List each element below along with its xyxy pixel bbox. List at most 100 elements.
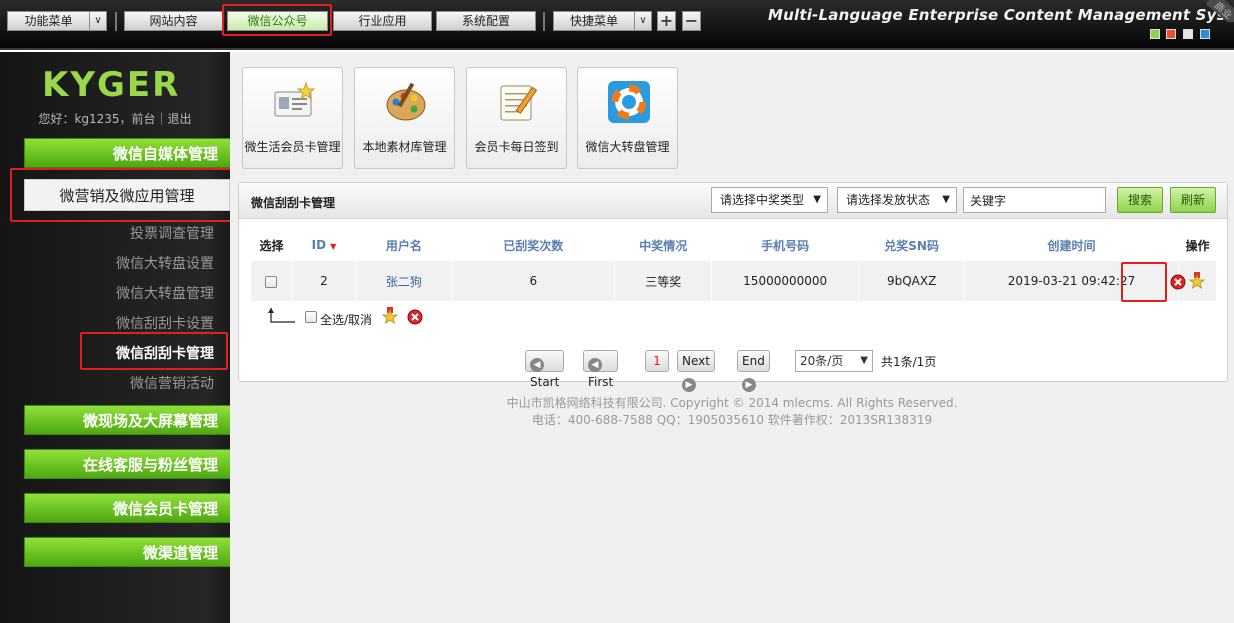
shortcut-member-card[interactable]: 微生活会员卡管理 [242,67,343,169]
cell-sn: 9bQAXZ [858,261,966,301]
shortcut-daily-checkin[interactable]: 会员卡每日签到 [466,67,567,169]
skin-green[interactable] [1150,29,1160,39]
keyword-input[interactable] [963,187,1106,213]
logo-text: KYGER [42,66,180,102]
function-menu-button[interactable]: 功能菜单 [7,11,90,31]
refresh-button[interactable]: 刷新 [1170,187,1216,213]
footer-copyright: 中山市凯格网络科技有限公司. Copyright © 2014 mlecms. … [506,396,958,410]
cell-username[interactable]: 张二狗 [355,261,453,301]
page-start-button[interactable]: ◀ Start [525,350,565,389]
arrow-left-icon: ◀ [588,358,602,372]
col-created: 创建时间 [1047,238,1096,253]
arrow-right-icon: ▶ [682,378,696,392]
system-title: Multi-Language Enterprise Content Manage… [768,6,1234,24]
shortcut-label: 本地素材库管理 [362,140,447,154]
skin-orange[interactable] [1166,29,1176,39]
status-value: 请选择发放状态 [846,193,931,207]
panel-title: 微信刮刮卡管理 [251,196,336,210]
per-page-select[interactable]: 20条/页 ▼ [795,350,873,372]
shortcut-material-library[interactable]: 本地素材库管理 [354,67,455,169]
prize-type-value: 请选择中奖类型 [720,193,805,207]
bulk-delete-icon[interactable] [407,309,423,325]
col-id-label: ID [311,238,327,252]
cell-times: 6 [451,261,616,301]
toolbar-divider [115,12,117,31]
status-select[interactable]: 请选择发放状态 ▼ [837,187,957,213]
menu-member-card[interactable]: 微信会员卡管理 [24,493,230,523]
per-page-value: 20条/页 [800,354,844,368]
sidebar-item-vote-survey[interactable]: 投票调查管理 [0,223,214,243]
nav-website-content[interactable]: 网站内容 [124,11,223,31]
chevron-down-icon: ▼ [860,355,868,366]
select-all-label[interactable]: 全选/取消 [320,311,372,328]
sort-desc-icon: ▼ [330,242,337,251]
skin-white[interactable] [1183,29,1193,39]
toolbar-divider [543,12,545,31]
page-first-button[interactable]: ◀ First [583,350,619,389]
cell-created: 2019-03-21 09:42:27 [964,261,1179,301]
col-times: 已刮奖次数 [503,238,564,253]
sidebar-item-wheel-settings[interactable]: 微信大转盘设置 [0,253,214,273]
table-header-row: 选择 ID ▼ 用户名 已刮奖次数 中奖情况 手机号码 兑奖SN码 创建时间 操作 [251,229,1217,261]
menu-customer-service[interactable]: 在线客服与粉丝管理 [24,449,230,479]
cell-id: 2 [291,261,357,301]
menu-marketing-apps[interactable]: 微营销及微应用管理 [24,179,230,211]
corner-arrow-icon [268,308,295,323]
row-checkbox[interactable] [265,275,278,288]
table-row: 2 张二狗 6 三等奖 15000000000 9bQAXZ 2019-03-2… [251,261,1218,301]
col-select: 选择 [259,238,284,253]
page-end-button[interactable]: End ▶ [737,350,770,392]
user-greeting[interactable]: 您好：kg1235，前台｜退出 [0,110,230,127]
page-next-label: Next [682,354,710,368]
shortcut-label: 微生活会员卡管理 [244,140,341,154]
main-content: 微生活会员卡管理 本地素材库管理 会员卡每日签到 微信大转盘管理 微信刮刮卡管理 [230,52,1234,623]
search-button[interactable]: 搜索 [1117,187,1163,213]
sidebar-item-wheel-manage[interactable]: 微信大转盘管理 [0,283,214,303]
palette-icon [386,82,426,121]
page-info: 共1条/1页 [881,355,937,369]
select-all-checkbox[interactable] [305,311,317,323]
page-first-label: First [588,375,614,389]
quick-menu-dropdown-arrow[interactable]: ∨ [634,11,652,31]
prize-type-select[interactable]: 请选择中奖类型 ▼ [711,187,828,213]
add-quick-menu-button[interactable]: + [657,11,676,31]
menu-wechat-media[interactable]: 微信自媒体管理 [24,138,230,168]
nav-wechat-official-account[interactable]: 微信公众号 [227,11,328,31]
col-actions: 操作 [1185,238,1210,253]
sidebar-item-scratch-manage[interactable]: 微信刮刮卡管理 [0,343,214,363]
notepad-icon [500,85,538,121]
edition-corner-tag: 商业 [1206,0,1234,22]
menu-channel[interactable]: 微渠道管理 [24,537,230,567]
page-start-label: Start [530,375,560,389]
shortcut-wheel-manage[interactable]: 微信大转盘管理 [577,67,678,169]
top-navigation-bar: 功能菜单 ∨ 网站内容 微信公众号 行业应用 系统配置 快捷菜单 ∨ + − M… [0,0,1234,50]
edition-label: 商业 [1206,0,1234,22]
page-number-button[interactable]: 1 [645,350,669,372]
menu-live-screen[interactable]: 微现场及大屏幕管理 [24,405,230,435]
cell-prize: 三等奖 [614,261,713,301]
bulk-award-icon[interactable] [381,307,399,325]
id-card-icon [274,81,316,117]
chevron-down-icon: ▼ [942,194,950,205]
function-menu-dropdown-arrow[interactable]: ∨ [89,11,107,31]
lifebuoy-icon [608,81,650,123]
nav-system-config[interactable]: 系统配置 [436,11,536,31]
award-medal-icon[interactable] [1188,272,1206,290]
footer-contact: 电话：400-688-7588 QQ：1905035610 软件著作权：2013… [531,413,933,427]
nav-industry-apps[interactable]: 行业应用 [333,11,432,31]
col-id[interactable]: ID ▼ [292,229,356,261]
scratch-card-table: 选择 ID ▼ 用户名 已刮奖次数 中奖情况 手机号码 兑奖SN码 创建时间 操作… [251,229,1218,301]
quick-menu-button[interactable]: 快捷菜单 [553,11,635,31]
col-phone: 手机号码 [761,238,810,253]
sidebar-item-marketing-events[interactable]: 微信营销活动 [0,373,214,393]
arrow-right-icon: ▶ [742,378,756,392]
row-select-cell [251,261,293,301]
remove-quick-menu-button[interactable]: − [682,11,701,31]
panel-header: 微信刮刮卡管理 请选择中奖类型 ▼ 请选择发放状态 ▼ 搜索 刷新 [239,183,1227,219]
skin-blue[interactable] [1200,29,1210,39]
page-next-button[interactable]: Next ▶ [677,350,715,392]
delete-icon[interactable] [1170,274,1186,290]
scratch-card-panel: 微信刮刮卡管理 请选择中奖类型▼ 请选择发放状态▼ 搜索 刷新 选择 ID▼ 用… [238,182,1228,392]
sidebar-item-scratch-settings[interactable]: 微信刮刮卡设置 [0,313,214,333]
arrow-left-icon: ◀ [530,358,544,372]
